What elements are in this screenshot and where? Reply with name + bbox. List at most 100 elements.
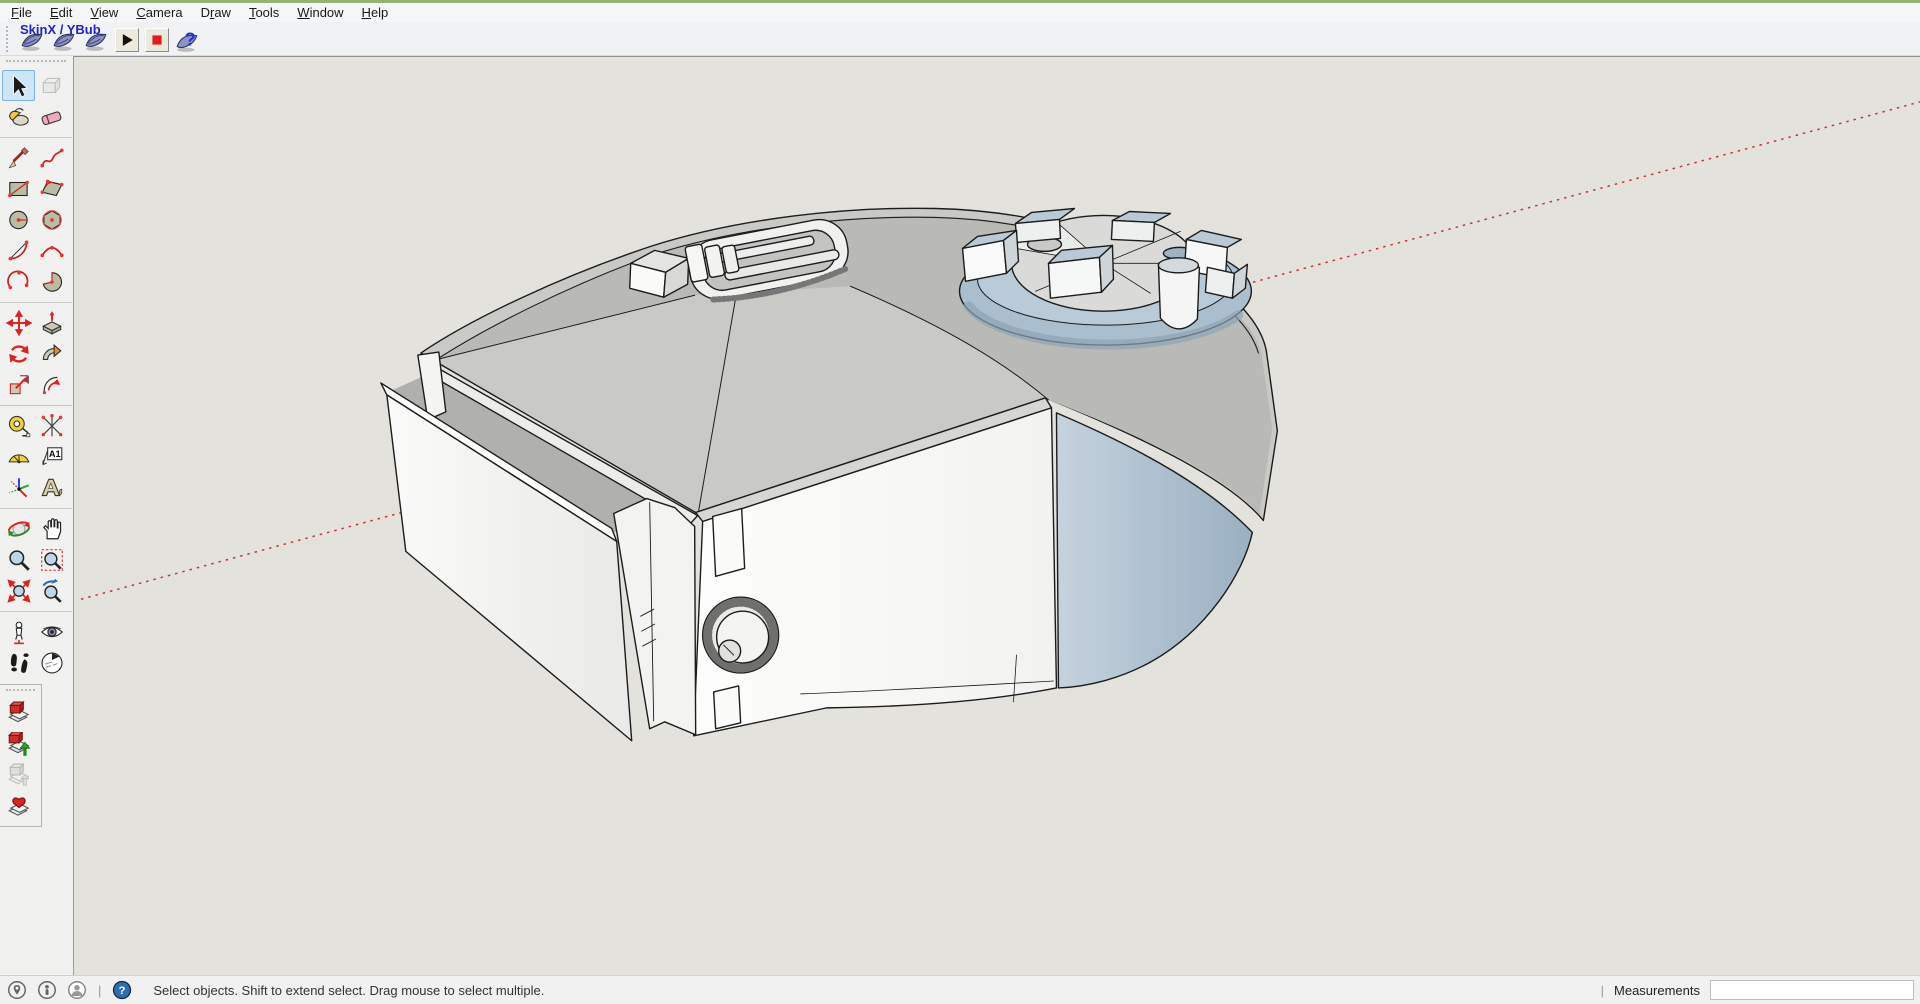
section-plane-icon xyxy=(39,650,65,676)
tool-rotate[interactable] xyxy=(2,338,35,369)
component-stack-up-button[interactable] xyxy=(2,729,35,760)
tool-line[interactable] xyxy=(2,142,35,173)
two-point-arc-icon xyxy=(39,238,65,264)
pie-icon xyxy=(39,269,65,295)
stop-icon xyxy=(147,30,167,50)
tool-group-1 xyxy=(0,137,72,299)
tool-rectangle[interactable] xyxy=(2,173,35,204)
protractor-icon xyxy=(6,444,32,470)
menu-draw[interactable]: Draw xyxy=(192,4,240,21)
component-stack-gray-button[interactable] xyxy=(2,760,35,791)
tool-rotated-rectangle[interactable] xyxy=(35,173,68,204)
tool-offset[interactable] xyxy=(35,369,68,400)
tool-paint-bucket[interactable] xyxy=(2,101,35,132)
tool-pie[interactable] xyxy=(35,266,68,297)
tool-zoom-window[interactable] xyxy=(35,544,68,575)
tool-three-d-text[interactable] xyxy=(35,472,68,503)
tool-eraser[interactable] xyxy=(35,101,68,132)
plugin-tool-panel xyxy=(0,684,42,827)
tool-orbit[interactable] xyxy=(2,513,35,544)
tool-text[interactable]: A1 xyxy=(35,441,68,472)
tool-section-plane[interactable] xyxy=(35,647,68,678)
toolbar-drag-handle[interactable] xyxy=(6,26,12,52)
rotated-rectangle-icon xyxy=(39,176,65,202)
plugin-toolbar: SkinX / YBub ? xyxy=(0,22,1920,56)
tool-tape-measure[interactable] xyxy=(2,410,35,441)
tool-position-camera[interactable] xyxy=(2,616,35,647)
menu-window[interactable]: Window xyxy=(288,4,352,21)
model-scene xyxy=(74,57,1920,975)
play-icon xyxy=(117,30,137,50)
tool-scale[interactable] xyxy=(2,369,35,400)
skinx-stop-button[interactable] xyxy=(145,28,169,52)
skinx-play-button[interactable] xyxy=(115,28,139,52)
left-toolbar-column: A1 xyxy=(0,56,74,975)
tool-follow-me[interactable] xyxy=(35,338,68,369)
tool-polygon[interactable] xyxy=(35,204,68,235)
tool-move[interactable] xyxy=(2,307,35,338)
help-icon[interactable]: ? xyxy=(111,979,133,1001)
tool-arc[interactable] xyxy=(2,235,35,266)
skinx-shell-3-button[interactable] xyxy=(81,25,111,53)
tool-circle[interactable] xyxy=(2,204,35,235)
menu-edit[interactable]: Edit xyxy=(41,4,81,21)
menu-file[interactable]: File xyxy=(2,4,41,21)
measurements-divider: | xyxy=(1601,983,1604,998)
menu-bar: FileEditViewCameraDrawToolsWindowHelp xyxy=(0,3,1920,22)
zoom-previous-icon xyxy=(39,578,65,604)
svg-text:?: ? xyxy=(185,28,196,49)
tool-push-pull[interactable] xyxy=(35,307,68,338)
menu-help[interactable]: Help xyxy=(353,4,398,21)
plugin-panel-drag-handle[interactable] xyxy=(6,689,35,696)
geolocate-icon[interactable] xyxy=(6,979,28,1001)
status-icon-separator: | xyxy=(96,983,103,998)
sketchup-window: FileEditViewCameraDrawToolsWindowHelp Sk… xyxy=(0,0,1920,1004)
three-point-arc-icon xyxy=(6,269,32,295)
tool-axes[interactable] xyxy=(2,472,35,503)
plugin-toolbar-buttons: ? xyxy=(16,25,204,55)
skinx-shell-1-button[interactable] xyxy=(17,25,47,53)
skinx-shell-2-button[interactable] xyxy=(49,25,79,53)
tool-select[interactable] xyxy=(2,70,35,101)
shell-help-icon: ? xyxy=(174,27,202,53)
tool-make-component[interactable] xyxy=(35,70,68,101)
component-stack-del-button[interactable] xyxy=(2,791,35,822)
arc-icon xyxy=(6,238,32,264)
stack-del-icon xyxy=(6,794,32,820)
make-component-icon xyxy=(39,73,65,99)
freehand-icon xyxy=(39,145,65,171)
menu-tools[interactable]: Tools xyxy=(240,4,288,21)
skinx-help-button[interactable]: ? xyxy=(173,25,203,53)
credits-icon[interactable] xyxy=(36,979,58,1001)
text-icon: A1 xyxy=(39,444,65,470)
main-area: A1 xyxy=(0,56,1920,975)
line-icon xyxy=(6,145,32,171)
push-pull-icon xyxy=(39,310,65,336)
measurements-input[interactable] xyxy=(1710,980,1914,1000)
axes-icon xyxy=(6,475,32,501)
viewport-3d[interactable] xyxy=(74,56,1920,975)
tool-zoom-extents[interactable] xyxy=(2,575,35,606)
measurements-area: | Measurements xyxy=(1601,980,1920,1000)
pan-icon xyxy=(39,516,65,542)
menu-camera[interactable]: Camera xyxy=(127,4,191,21)
account-icon[interactable] xyxy=(66,979,88,1001)
tool-dimensions[interactable] xyxy=(35,410,68,441)
circle-icon xyxy=(6,207,32,233)
tool-zoom-previous[interactable] xyxy=(35,575,68,606)
tool-walk[interactable] xyxy=(2,647,35,678)
component-stack-red-button[interactable] xyxy=(2,698,35,729)
scale-icon xyxy=(6,372,32,398)
zoom-window-icon xyxy=(39,547,65,573)
menu-view[interactable]: View xyxy=(81,4,127,21)
tool-two-point-arc[interactable] xyxy=(35,235,68,266)
tool-protractor[interactable] xyxy=(2,441,35,472)
tool-pan[interactable] xyxy=(35,513,68,544)
tool-three-point-arc[interactable] xyxy=(2,266,35,297)
tool-freehand[interactable] xyxy=(35,142,68,173)
tool-zoom[interactable] xyxy=(2,544,35,575)
tool-group-4 xyxy=(0,508,72,608)
large-tool-set: A1 xyxy=(0,56,72,680)
toolset-drag-handle[interactable] xyxy=(6,60,66,67)
tool-look-around[interactable] xyxy=(35,616,68,647)
